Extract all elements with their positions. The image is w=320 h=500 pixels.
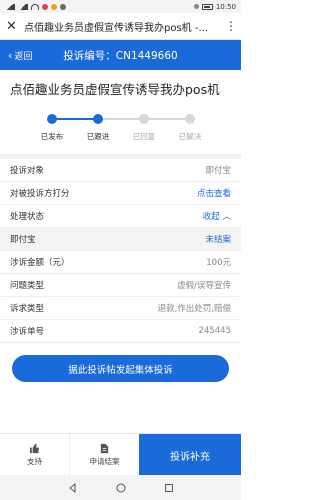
complaint-code: 投诉编号：CN1449660: [63, 49, 178, 62]
back-button[interactable]: ‹ 返回: [8, 49, 32, 62]
progress-line-2: [98, 118, 144, 121]
status-icons-right: 10:50: [193, 2, 236, 11]
notification-icon-2: [51, 3, 57, 10]
notification-icon-3: [60, 3, 66, 10]
detail-row-rate: 对被投诉方打分 点击查看: [0, 182, 241, 206]
claim-label: 诉求类型: [10, 304, 45, 315]
wifi-icon: [31, 3, 39, 10]
step-node-resolved: [185, 114, 195, 125]
progress-tracker: 已发布 已跟进 已回复 已解决: [0, 108, 241, 148]
progress-line-1: [52, 118, 98, 121]
nav-recents-icon[interactable]: [164, 483, 174, 493]
progress-line-3: [144, 118, 190, 121]
detail-row-issue: 问题类型 虚假/误导宣传: [0, 274, 241, 298]
collective-complaint-button[interactable]: 据此投诉帖发起集体投诉: [12, 355, 229, 383]
issue-label: 问题类型: [10, 281, 45, 292]
company-status: 未结案: [205, 235, 231, 246]
detail-row-number: 涉诉单号 245445: [0, 320, 241, 344]
amount-label: 涉诉金额（元）: [10, 258, 70, 269]
status-time: 10:50: [215, 2, 236, 11]
nav-back-icon[interactable]: [68, 482, 78, 493]
status-bar: 10:50: [0, 0, 241, 13]
detail-row-claim: 诉求类型 退款,作出处罚,赔偿: [0, 297, 241, 321]
step-label-followed: 已跟进: [86, 132, 110, 142]
detail-row-company: 即付宝 未结案: [0, 228, 241, 252]
company-label: 即付宝: [10, 235, 36, 246]
target-label: 投诉对象: [10, 166, 45, 177]
more-icon[interactable]: ⋮: [225, 19, 237, 33]
issue-value: 虚假/误导宣传: [177, 281, 231, 292]
thumbs-up-icon: [29, 443, 40, 454]
apply-close-button[interactable]: 申请结案: [70, 434, 139, 476]
support-button[interactable]: 支持: [0, 434, 70, 476]
target-value: 即付宝: [205, 166, 231, 177]
step-node-followed: [93, 114, 103, 125]
detail-row-handle: 处理状态 收起 ︿: [0, 205, 241, 229]
detail-row-target: 投诉对象 即付宝: [0, 159, 241, 183]
complaint-headline: 点佰趣业务员虚假宣传诱导我办pos机: [10, 82, 220, 97]
webview-title: 点佰趣业务员虚假宣传诱导我办pos机 -...: [24, 22, 208, 34]
bottom-action-bar: 支持 申请结案 投诉补充: [0, 433, 241, 476]
handle-label: 处理状态: [10, 212, 45, 223]
view-rating-link[interactable]: 点击查看: [197, 187, 231, 199]
step-node-replied: [139, 114, 149, 125]
collapse-toggle[interactable]: 收起 ︿: [203, 210, 231, 222]
step-label-replied: 已回复: [132, 132, 156, 142]
step-node-published: [47, 114, 57, 125]
notification-icon: [42, 3, 48, 10]
document-icon: [100, 443, 109, 454]
number-label: 涉诉单号: [10, 327, 45, 338]
signal-icon: [5, 3, 15, 10]
page-header: ‹ 返回 投诉编号：CN1449660: [0, 40, 241, 70]
system-nav-bar: [0, 475, 241, 500]
chevron-left-icon: ‹: [8, 48, 13, 62]
step-label-published: 已发布: [40, 132, 64, 142]
supplement-complaint-button[interactable]: 投诉补充: [139, 434, 241, 476]
support-label: 支持: [27, 457, 42, 466]
battery-icon: [201, 3, 213, 10]
close-icon[interactable]: ✕: [6, 19, 20, 34]
apply-close-label: 申请结案: [89, 457, 120, 466]
step-label-resolved: 已解决: [178, 132, 202, 142]
claim-value: 退款,作出处罚,赔偿: [157, 304, 231, 315]
rate-label: 对被投诉方打分: [10, 189, 70, 200]
alarm-icon: [193, 4, 199, 9]
nav-home-icon[interactable]: [116, 483, 126, 493]
webview-title-bar: ✕ 点佰趣业务员虚假宣传诱导我办pos机 -... ⋮: [0, 13, 241, 40]
back-label: 返回: [14, 51, 33, 62]
signal-icon-2: [18, 3, 28, 10]
number-value: 245445: [198, 326, 231, 337]
detail-row-amount: 涉诉金额（元） 100元: [0, 251, 241, 275]
amount-value: 100元: [206, 258, 231, 269]
status-icons-left: [5, 3, 66, 10]
